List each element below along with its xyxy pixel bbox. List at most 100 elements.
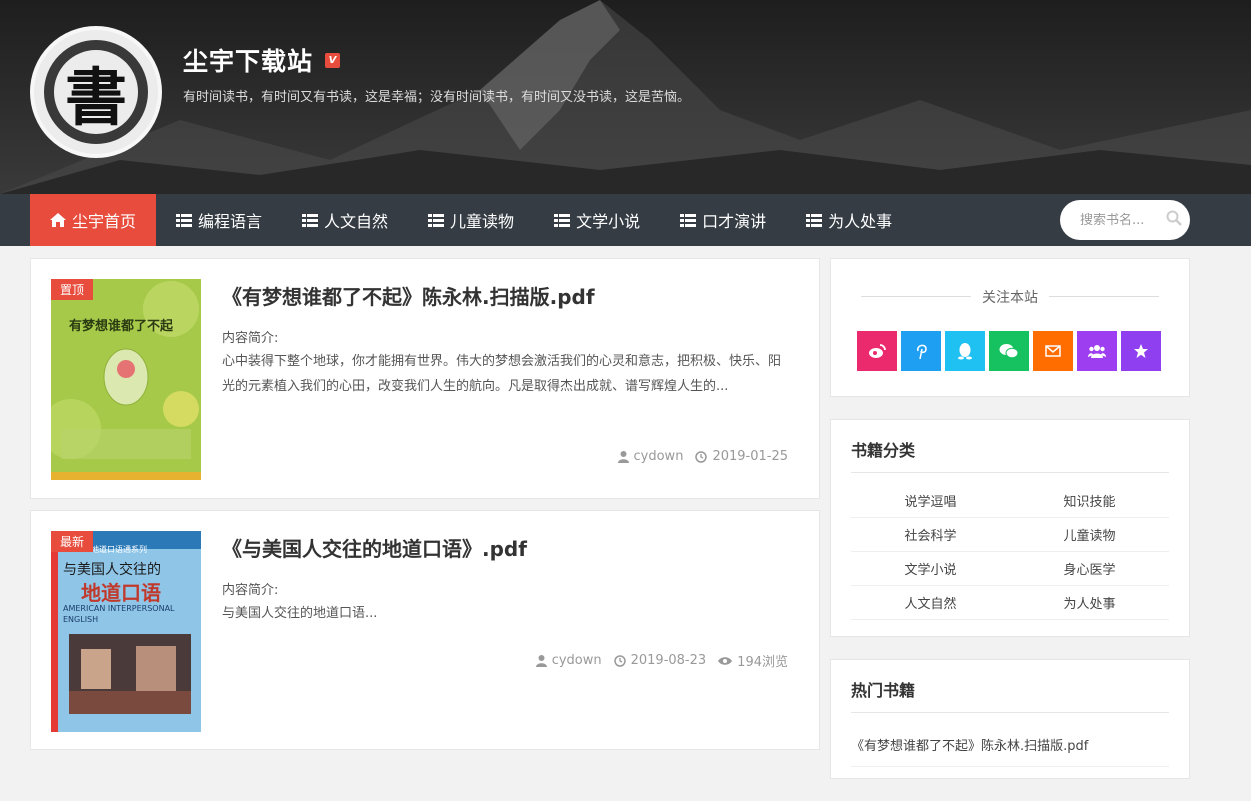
nav-item-home[interactable]: 尘宇首页: [30, 194, 157, 246]
nav-label: 儿童读物: [450, 212, 515, 231]
post-list: 置顶 有梦想谁都了不起 《有梦想谁都了不起》陈永林.扫描版.pdf 内容简介: …: [30, 258, 820, 761]
category-item[interactable]: 身心医学: [1010, 552, 1169, 586]
category-list: 说学逗唱 知识技能 社会科学 儿童读物 文学小说 身心医学 人文自然 为人处事: [851, 484, 1169, 620]
site-logo[interactable]: 書: [30, 26, 162, 158]
cover-line2: 地道口语: [81, 581, 161, 605]
mail-icon: [1045, 345, 1061, 357]
sidebar: 关注本站 书籍分类 说学逗唱 知识技能 社会科学 儿童读物 文学小说 身心医学 …: [830, 258, 1190, 801]
site-title[interactable]: 尘宇下载站 V: [183, 42, 341, 78]
clock-icon: [695, 450, 708, 463]
nav-item-children[interactable]: 儿童读物: [408, 194, 534, 246]
main-nav: 尘宇首页 编程语言 人文自然 儿童读物 文学小说 口才演讲 为人处事: [0, 194, 1251, 246]
weibo-icon: [869, 344, 886, 358]
category-title: 书籍分类: [851, 420, 1169, 473]
nav-item-programming[interactable]: 编程语言: [156, 194, 282, 246]
author-name: cydown: [551, 653, 602, 668]
category-item[interactable]: 知识技能: [1010, 484, 1169, 518]
category-item[interactable]: 文学小说: [851, 552, 1010, 586]
nav-label: 口才演讲: [702, 212, 767, 231]
follow-title: 关注本站: [861, 287, 1159, 307]
post-excerpt: 与美国人交往的地道口语...: [222, 606, 378, 621]
list-icon: [680, 213, 697, 227]
date-text: 2019-01-25: [712, 449, 788, 464]
post-author[interactable]: cydown: [617, 449, 684, 464]
cover-series: 地道口语通系列: [91, 545, 147, 554]
category-item[interactable]: 人文自然: [851, 586, 1010, 620]
list-icon: [176, 213, 193, 227]
nav-item-humanities[interactable]: 人文自然: [282, 194, 408, 246]
home-icon: [50, 213, 66, 227]
list-icon: [554, 213, 571, 227]
mail-button[interactable]: [1033, 331, 1073, 371]
search-box: [1060, 200, 1190, 240]
post-title[interactable]: 《与美国人交往的地道口语》.pdf: [222, 533, 527, 562]
pinterest-button[interactable]: [901, 331, 941, 371]
book-cover-image: [51, 279, 201, 480]
post-date: 2019-01-25: [695, 449, 788, 464]
star-icon: [1134, 344, 1148, 358]
post-thumbnail[interactable]: 最新 地道口语通系列 与美国人交往的 地道口语 AMERICAN INTERPE…: [51, 531, 201, 732]
qq-icon: [958, 343, 972, 360]
category-item[interactable]: 说学逗唱: [851, 484, 1010, 518]
follow-widget: 关注本站: [830, 258, 1190, 397]
category-widget: 书籍分类 说学逗唱 知识技能 社会科学 儿童读物 文学小说 身心医学 人文自然 …: [830, 419, 1190, 637]
nav-item-literature[interactable]: 文学小说: [534, 194, 660, 246]
post-views: 194浏览: [718, 651, 788, 670]
favorite-button[interactable]: [1121, 331, 1161, 371]
views-text: 194浏览: [737, 655, 788, 670]
eye-icon: [718, 656, 733, 665]
post-meta: cydown 2019-01-25: [617, 449, 788, 464]
site-description: 有时间读书，有时间又有书读，这是幸福；没有时间读书，有时间又没书读，这是苦恼。: [183, 90, 691, 105]
hot-books-title: 热门书籍: [851, 660, 1169, 713]
cover-english: AMERICAN INTERPERSONAL ENGLISH: [63, 604, 175, 624]
date-text: 2019-08-23: [630, 653, 707, 668]
logo-char: 書: [64, 61, 127, 134]
list-icon: [806, 213, 823, 227]
hot-books-widget: 热门书籍 《有梦想谁都了不起》陈永林.扫描版.pdf: [830, 659, 1190, 779]
category-item[interactable]: 为人处事: [1010, 586, 1169, 620]
nav-label: 文学小说: [576, 212, 641, 231]
post-card: 最新 地道口语通系列 与美国人交往的 地道口语 AMERICAN INTERPE…: [30, 510, 820, 750]
list-icon: [428, 213, 445, 227]
pinterest-icon: [917, 344, 927, 359]
nav-label: 人文自然: [324, 212, 389, 231]
hot-book-link[interactable]: 《有梦想谁都了不起》陈永林.扫描版.pdf: [851, 713, 1169, 767]
post-subheading: 内容简介:: [222, 583, 279, 598]
group-icon: [1088, 345, 1106, 358]
nav-item-conduct[interactable]: 为人处事: [786, 194, 912, 246]
category-item[interactable]: 儿童读物: [1010, 518, 1169, 552]
post-author[interactable]: cydown: [535, 651, 602, 670]
post-thumbnail[interactable]: 置顶 有梦想谁都了不起: [51, 279, 201, 480]
search-input[interactable]: [1080, 212, 1166, 228]
post-meta: cydown 2019-08-23 194浏览: [535, 651, 788, 670]
user-icon: [535, 654, 547, 667]
user-icon: [617, 450, 629, 463]
post-date: 2019-08-23: [613, 651, 707, 670]
post-excerpt: 心中装得下整个地球，你才能拥有世界。伟大的梦想会激活我们的心灵和意志，把积极、快…: [222, 354, 782, 394]
site-header: 書 尘宇下载站 V 有时间读书，有时间又有书读，这是幸福；没有时间读书，有时间又…: [0, 0, 1251, 194]
post-title[interactable]: 《有梦想谁都了不起》陈永林.扫描版.pdf: [222, 281, 595, 310]
qq-button[interactable]: [945, 331, 985, 371]
wechat-button[interactable]: [989, 331, 1029, 371]
author-name: cydown: [633, 449, 684, 464]
nav-label: 为人处事: [828, 212, 893, 231]
site-name[interactable]: 尘宇下载站: [183, 42, 313, 78]
verified-badge: V: [325, 52, 341, 68]
nav-label: 编程语言: [198, 212, 263, 231]
nav-item-speech[interactable]: 口才演讲: [660, 194, 786, 246]
nav-label: 尘宇首页: [72, 212, 137, 231]
category-item[interactable]: 社会科学: [851, 518, 1010, 552]
wechat-icon: [999, 344, 1019, 359]
cover-title: 有梦想谁都了不起: [69, 319, 174, 334]
post-subheading: 内容简介:: [222, 331, 279, 346]
social-links: [857, 331, 1161, 371]
weibo-button[interactable]: [857, 331, 897, 371]
post-card: 置顶 有梦想谁都了不起 《有梦想谁都了不起》陈永林.扫描版.pdf 内容简介: …: [30, 258, 820, 499]
list-icon: [302, 213, 319, 227]
sticky-tag: 置顶: [51, 279, 94, 300]
cover-line1: 与美国人交往的: [63, 562, 161, 578]
group-button[interactable]: [1077, 331, 1117, 371]
new-tag: 最新: [51, 531, 94, 552]
clock-icon: [613, 654, 626, 667]
search-icon[interactable]: [1166, 210, 1182, 230]
